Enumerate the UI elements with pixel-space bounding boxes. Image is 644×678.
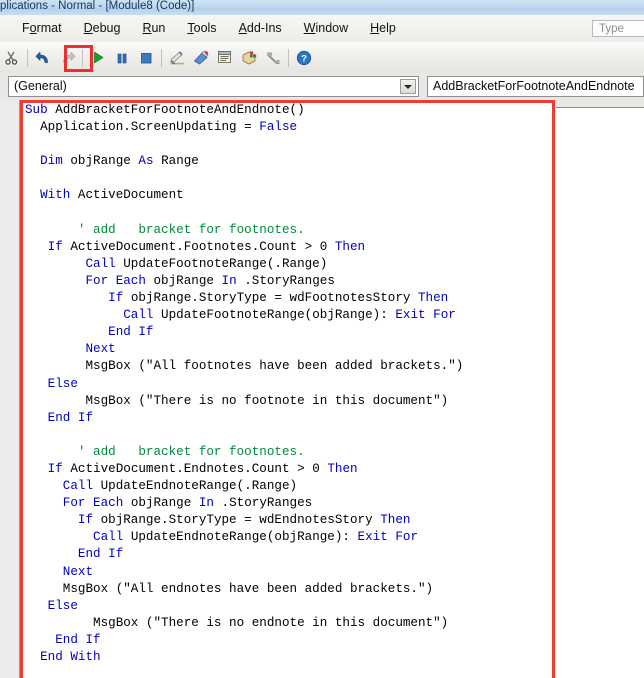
- menu-bar: Format Debug Run Tools Add-Ins Window Help Typ…: [0, 15, 644, 43]
- menu-item-list: Format Debug Run Tools Add-Ins Window Help: [11, 15, 407, 42]
- menu-item-add-ins[interactable]: Add-Ins: [228, 18, 293, 39]
- code-line: If ActiveDocument.Footnotes.Count > 0 Th…: [25, 239, 366, 254]
- window-title: plications - Normal - [Module8 (Code)]: [0, 0, 195, 12]
- code-line: Call UpdateEndnoteRange(objRange): Exit …: [25, 530, 419, 545]
- code-editor-pane[interactable]: Sub AddBracketForFootnoteAndEndnote() Ap…: [0, 100, 644, 678]
- title-bar: plications - Normal - [Module8 (Code)]: [0, 0, 644, 16]
- code-line: End If: [25, 325, 154, 340]
- project-explorer-icon[interactable]: [189, 46, 213, 69]
- code-line: For Each objRange In .StoryRanges: [25, 496, 313, 511]
- code-line: Next: [25, 564, 94, 579]
- redo-icon[interactable]: [55, 46, 79, 69]
- code-line: MsgBox ("All endnotes have been added br…: [25, 581, 434, 596]
- code-line: ' add bracket for footnotes.: [25, 222, 305, 237]
- code-line: End If: [25, 632, 101, 647]
- properties-window-icon[interactable]: [213, 46, 237, 69]
- menu-item-help[interactable]: Help: [359, 18, 407, 39]
- toolbar-separator-1: [27, 48, 28, 67]
- code-line: ' add bracket for footnotes.: [25, 444, 305, 459]
- code-pane-top-strip: [556, 100, 644, 108]
- object-dropdown-value: (General): [14, 79, 67, 93]
- code-line: MsgBox ("There is no footnote in this do…: [25, 393, 449, 408]
- code-line: If objRange.StoryType = wdEndnotesStory …: [25, 513, 411, 528]
- vba-editor-window: plications - Normal - [Module8 (Code)] F…: [0, 0, 644, 678]
- stop-icon[interactable]: [134, 46, 158, 69]
- toolbar-separator-4: [288, 48, 289, 67]
- code-line: Application.ScreenUpdating = False: [25, 120, 298, 135]
- standard-toolbar: ? Ln 14, Col 22: [0, 42, 644, 109]
- toolbar-button-group: ?: [0, 42, 316, 73]
- object-dropdown[interactable]: (General): [8, 76, 419, 97]
- pause-icon[interactable]: [110, 46, 134, 69]
- undo-icon[interactable]: [31, 46, 55, 69]
- menu-item-window[interactable]: Window: [293, 18, 359, 39]
- code-pane-header: (General) AddBracketForFootnoteAndEndnot…: [0, 73, 644, 100]
- object-browser-icon[interactable]: [237, 46, 261, 69]
- chevron-down-icon[interactable]: [400, 79, 416, 94]
- code-line: End If: [25, 547, 124, 562]
- help-icon[interactable]: ?: [292, 46, 316, 69]
- code-line: Else: [25, 376, 78, 391]
- ask-a-question-box[interactable]: Type: [592, 20, 644, 37]
- code-line: MsgBox ("All footnotes have been added b…: [25, 359, 464, 374]
- code-line: End If: [25, 410, 94, 425]
- code-line: Next: [25, 342, 116, 357]
- svg-text:?: ?: [301, 53, 307, 64]
- code-line: End With: [25, 650, 101, 664]
- procedure-dropdown[interactable]: AddBracketForFootnoteAndEndnote: [427, 76, 644, 97]
- toolbar-separator-2: [82, 48, 83, 67]
- procedure-dropdown-value: AddBracketForFootnoteAndEndnote: [433, 79, 635, 93]
- code-line: Sub AddBracketForFootnoteAndEndnote(): [25, 103, 305, 117]
- code-text[interactable]: Sub AddBracketForFootnoteAndEndnote() Ap…: [25, 102, 463, 678]
- menu-item-debug[interactable]: Debug: [73, 18, 132, 39]
- menu-item-run[interactable]: Run: [131, 18, 176, 39]
- menu-item-format[interactable]: Format: [11, 18, 73, 39]
- toolbox-icon[interactable]: [261, 46, 285, 69]
- run-icon[interactable]: [86, 46, 110, 69]
- code-line: For Each objRange In .StoryRanges: [25, 273, 335, 288]
- code-line: Else: [25, 598, 78, 613]
- menu-item-tools[interactable]: Tools: [176, 18, 227, 39]
- design-mode-icon[interactable]: [165, 46, 189, 69]
- toolbar-separator-3: [161, 48, 162, 67]
- code-line: Call UpdateFootnoteRange(objRange): Exit…: [25, 308, 456, 323]
- code-line: MsgBox ("There is no endnote in this doc…: [25, 615, 449, 630]
- code-line: Dim objRange As Range: [25, 154, 199, 169]
- cut-icon[interactable]: [0, 46, 24, 69]
- code-line: With ActiveDocument: [25, 188, 184, 203]
- code-line: If objRange.StoryType = wdFootnotesStory…: [25, 291, 449, 306]
- code-line: Call UpdateEndnoteRange(.Range): [25, 479, 298, 494]
- code-line: Call UpdateFootnoteRange(.Range): [25, 256, 328, 271]
- code-margin-indicator-bar[interactable]: [0, 100, 20, 678]
- code-line: If ActiveDocument.Endnotes.Count > 0 The…: [25, 461, 358, 476]
